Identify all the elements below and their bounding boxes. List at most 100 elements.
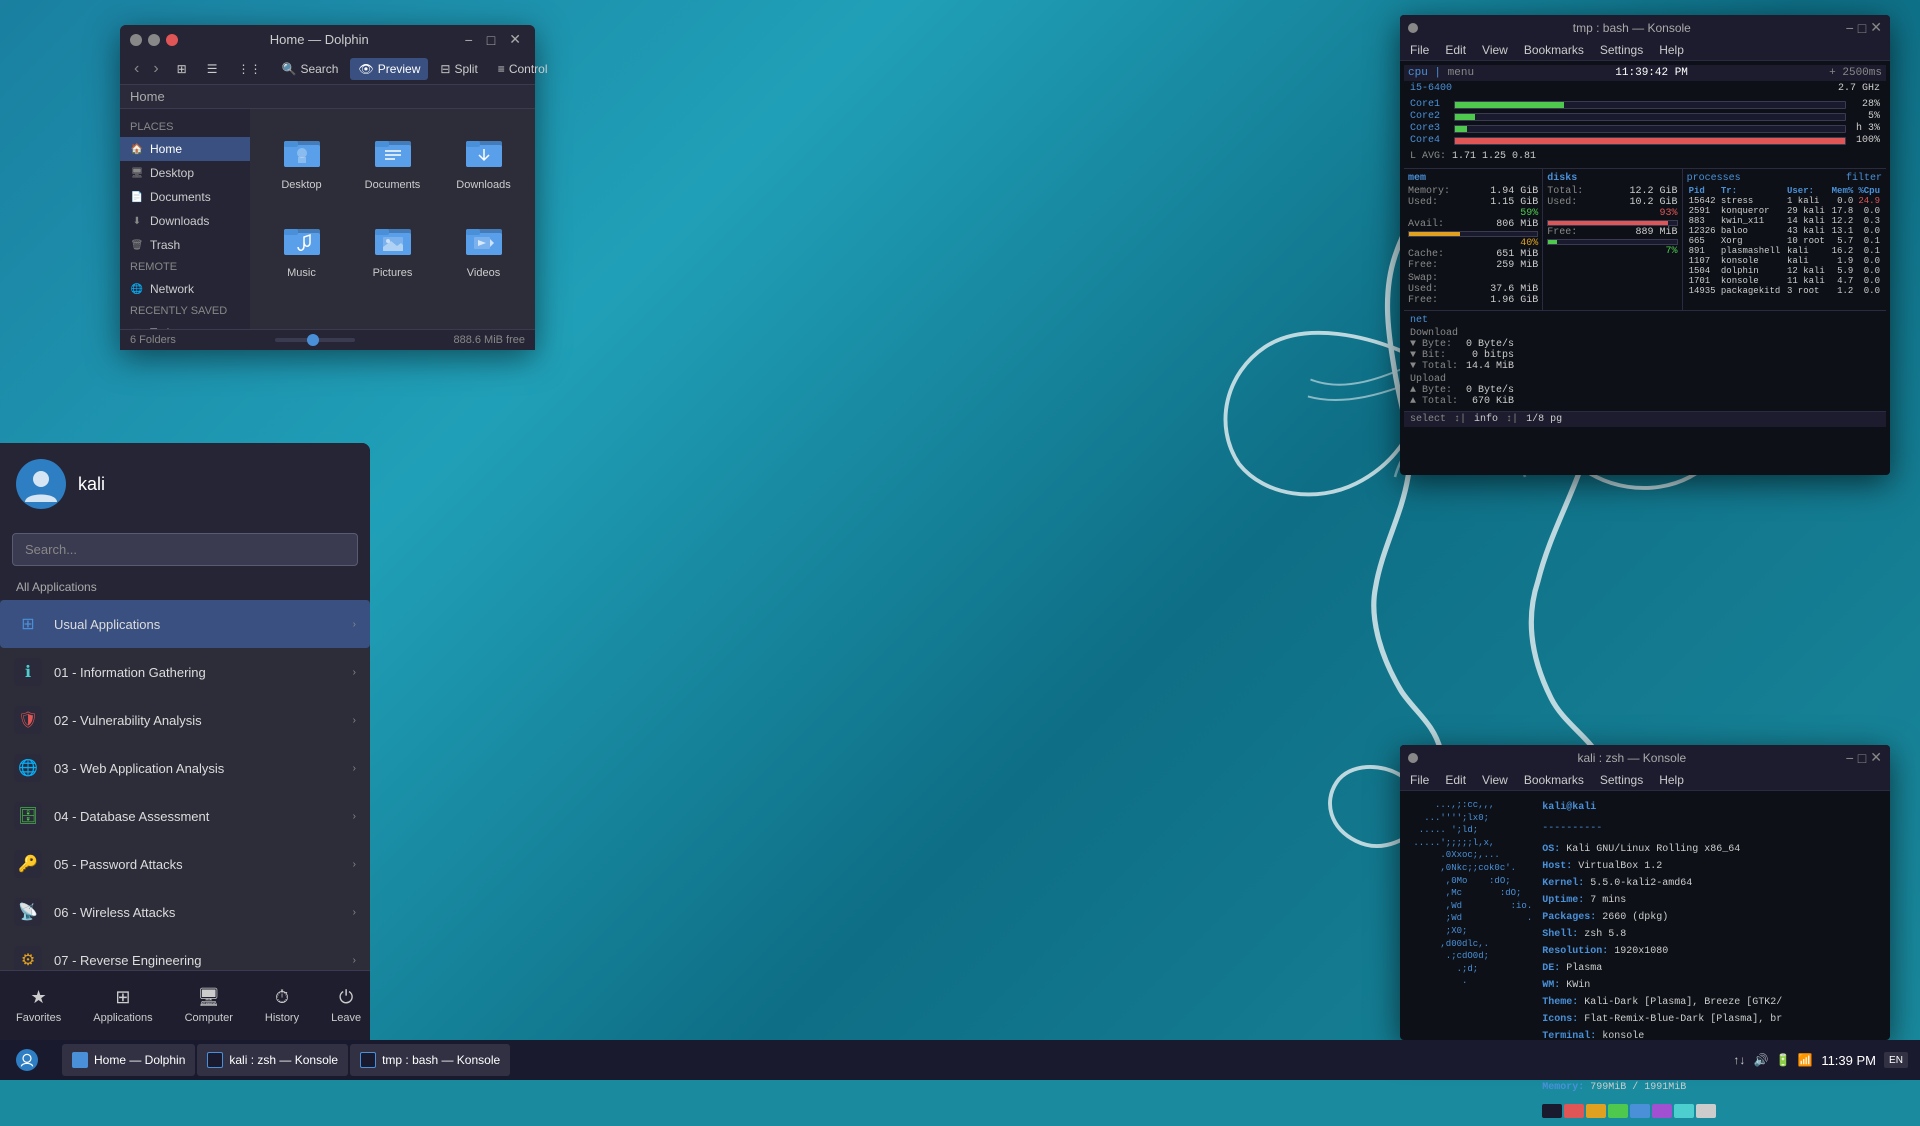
nf-menu-edit[interactable]: Edit [1445, 773, 1466, 787]
taskbar-windows: Home — Dolphin kali : zsh — Konsole tmp … [54, 1044, 1719, 1076]
taskbar-bash-btn[interactable]: tmp : bash — Konsole [350, 1044, 510, 1076]
launcher-item-vuln-analysis[interactable]: 🛡 02 - Vulnerability Analysis › [0, 696, 370, 744]
file-item-downloads[interactable]: Downloads [442, 119, 525, 199]
htop-minimize[interactable]: − [1846, 19, 1854, 36]
file-item-videos[interactable]: Videos [442, 207, 525, 287]
nf-menu-view[interactable]: View [1482, 773, 1508, 787]
dolphin-window: Home — Dolphin − □ ✕ ‹ › ⊞ ☰ ⋮⋮ 🔍 Search… [120, 25, 535, 350]
bash-taskbar-label: tmp : bash — Konsole [382, 1053, 500, 1067]
favorites-button[interactable]: ★ Favorites [0, 981, 77, 1030]
neofetch-minimize[interactable]: − [1846, 749, 1854, 766]
neofetch-close[interactable]: ✕ [1870, 749, 1882, 766]
sidebar-item-downloads[interactable]: ⬇ Downloads [120, 209, 250, 233]
database-label: 04 - Database Assessment [54, 809, 341, 824]
window-close-action[interactable]: ✕ [505, 31, 525, 48]
neo-packages: 2660 (dpkg) [1602, 912, 1668, 923]
search-button[interactable]: 🔍 Search [273, 58, 346, 80]
nf-menu-settings[interactable]: Settings [1600, 773, 1643, 787]
computer-button[interactable]: 🖥 Computer [169, 981, 249, 1030]
launcher-item-info-gathering[interactable]: ℹ 01 - Information Gathering › [0, 648, 370, 696]
preview-button[interactable]: 👁 Preview [350, 58, 428, 80]
view-list-button[interactable]: ☰ [199, 58, 226, 80]
nf-menu-help[interactable]: Help [1659, 773, 1684, 787]
menu-file[interactable]: File [1410, 43, 1429, 57]
kali-icon [16, 1049, 38, 1071]
split-button[interactable]: ⊟ Split [432, 58, 485, 80]
close-button[interactable] [166, 34, 178, 46]
favorites-label: Favorites [16, 1012, 61, 1024]
htop-maximize[interactable]: □ [1858, 19, 1866, 36]
nf-menu-bookmarks[interactable]: Bookmarks [1524, 773, 1584, 787]
window-maximize-action[interactable]: □ [483, 31, 499, 48]
history-button[interactable]: ⏱ History [249, 981, 315, 1030]
window-actions: − □ ✕ [461, 31, 525, 48]
forward-button[interactable]: › [147, 58, 164, 80]
menu-settings[interactable]: Settings [1600, 43, 1643, 57]
database-icon: 🗄 [14, 802, 42, 830]
cpu-info: + 2500ms [1829, 67, 1882, 79]
videos-folder-label: Videos [467, 267, 500, 279]
leave-button[interactable]: ⏻ Leave [315, 981, 377, 1030]
file-item-documents[interactable]: Documents [351, 119, 434, 199]
nf-menu-file[interactable]: File [1410, 773, 1429, 787]
window-controls [130, 34, 178, 46]
menu-help[interactable]: Help [1659, 43, 1684, 57]
arrow-icon-3: › [353, 763, 356, 774]
file-item-music[interactable]: Music [260, 207, 343, 287]
control-button[interactable]: ≡ Control [490, 58, 556, 80]
password-icon: 🔑 [14, 850, 42, 878]
color-block-5 [1630, 1104, 1650, 1118]
menu-edit[interactable]: Edit [1445, 43, 1466, 57]
menu-bookmarks[interactable]: Bookmarks [1524, 43, 1584, 57]
launcher-item-password[interactable]: 🔑 05 - Password Attacks › [0, 840, 370, 888]
htop-status-bar: select↕|info↕|1/8 pg [1404, 411, 1886, 427]
reverse-eng-label: 07 - Reverse Engineering [54, 953, 341, 968]
launcher-item-reverse-eng[interactable]: ⚙ 07 - Reverse Engineering › [0, 936, 370, 970]
maximize-button[interactable] [148, 34, 160, 46]
music-folder-label: Music [287, 267, 316, 279]
grid-icon: ⊞ [177, 62, 187, 76]
sidebar-item-documents[interactable]: 📄 Documents [120, 185, 250, 209]
neofetch-maximize[interactable]: □ [1858, 749, 1866, 766]
sidebar-item-network[interactable]: 🌐 Network [120, 277, 250, 301]
process-row: 2591konqueror29 kali17.80.0 [1687, 206, 1882, 216]
launcher-item-web-analysis[interactable]: 🌐 03 - Web Application Analysis › [0, 744, 370, 792]
taskbar-dolphin-btn[interactable]: Home — Dolphin [62, 1044, 195, 1076]
neo-shell: zsh 5.8 [1584, 929, 1626, 940]
kali-menu-button[interactable] [8, 1047, 46, 1073]
applications-button[interactable]: ⊞ Applications [77, 981, 168, 1030]
size-slider[interactable] [275, 338, 355, 342]
neo-theme: Kali-Dark [Plasma], Breeze [GTK2/ [1584, 997, 1782, 1008]
launcher-item-usual-apps[interactable]: ⊞ Usual Applications › [0, 600, 370, 648]
launcher-item-database[interactable]: 🗄 04 - Database Assessment › [0, 792, 370, 840]
file-item-desktop[interactable]: Desktop [260, 119, 343, 199]
window-minimize-action[interactable]: − [461, 31, 477, 48]
taskbar-zsh-btn[interactable]: kali : zsh — Konsole [197, 1044, 348, 1076]
neo-memory: 799MiB / 1991MiB [1590, 1082, 1686, 1093]
arrow-icon-1: › [353, 667, 356, 678]
sidebar-item-today[interactable]: 📅 Today [120, 321, 250, 329]
cpu-model: i5-6400 [1410, 83, 1452, 94]
back-button[interactable]: ‹ [128, 58, 145, 80]
user-avatar [16, 459, 66, 509]
system-tray: ↑↓ 🔊 🔋 📶 [1731, 1052, 1813, 1068]
sidebar-item-desktop[interactable]: 🖥 Desktop [120, 161, 250, 185]
sidebar-item-home[interactable]: 🏠 Home [120, 137, 250, 161]
cpu-label: cpu | menu [1408, 67, 1474, 79]
launcher-item-wireless[interactable]: 📡 06 - Wireless Attacks › [0, 888, 370, 936]
htop-close[interactable]: ✕ [1870, 19, 1882, 36]
file-item-pictures[interactable]: Pictures [351, 207, 434, 287]
launcher-search-input[interactable] [12, 533, 358, 566]
music-folder-icon [278, 215, 326, 263]
htop-columns: mem Memory:1.94 GiB Used:1.15 GiB 59% Av… [1404, 168, 1886, 310]
neofetch-window: kali : zsh — Konsole − □ ✕ File Edit Vie… [1400, 745, 1890, 1040]
view-columns-button[interactable]: ⋮⋮ [229, 58, 269, 80]
view-grid-button[interactable]: ⊞ [169, 58, 195, 80]
process-table: Pid Tr: User: Mem% %Cpu 15642stress1 kal… [1687, 186, 1882, 296]
sidebar-item-trash[interactable]: 🗑 Trash [120, 233, 250, 257]
minimize-button[interactable] [130, 34, 142, 46]
color-blocks [1542, 1104, 1882, 1118]
slider-track [275, 338, 355, 342]
favorites-icon: ★ [31, 987, 47, 1008]
menu-view[interactable]: View [1482, 43, 1508, 57]
